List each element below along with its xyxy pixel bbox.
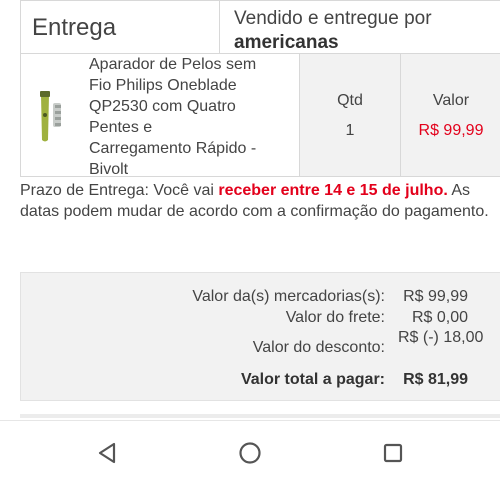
value-cell: Valor R$ 99,99	[401, 54, 500, 176]
quantity-value: 1	[345, 122, 355, 139]
product-name-line: Carregamento Rápido -	[89, 140, 257, 157]
entrega-title: Entrega	[21, 1, 220, 53]
delivery-estimate: Prazo de Entrega: Você vai receber entre…	[20, 180, 498, 222]
value-label: Valor	[432, 92, 470, 109]
delivery-prefix: Prazo de Entrega: Você vai	[20, 182, 219, 199]
product-name-line: Bivolt	[89, 161, 129, 178]
delivery-header: Entrega Vendido e entregue por americana…	[20, 0, 500, 53]
product-thumbnail[interactable]	[21, 54, 81, 176]
total-label: Valor total a pagar:	[240, 371, 385, 388]
square-recents-icon	[383, 443, 403, 463]
merchandise-value: R$ 99,99	[403, 288, 468, 305]
android-nav-bar	[0, 420, 500, 483]
seller-name: americanas	[234, 32, 339, 53]
merchandise-label: Valor da(s) mercadorias(s):	[192, 288, 385, 305]
sold-by-text: Vendido e entregue por	[234, 8, 432, 29]
seller-info: Vendido e entregue por americanas	[220, 1, 500, 53]
recents-button[interactable]	[379, 439, 407, 467]
quantity-label: Qtd	[337, 92, 363, 109]
circle-home-icon	[239, 442, 261, 464]
triangle-back-icon	[98, 442, 116, 464]
product-name-line: QP2530 com Quatro	[89, 98, 236, 115]
product-name-line: Fio Philips Oneblade	[89, 77, 237, 94]
product-name-line: Aparador de Pelos sem	[89, 56, 257, 73]
quantity-cell: Qtd 1	[300, 54, 401, 176]
order-summary: Valor da(s) mercadorias(s): R$ 99,99 Val…	[20, 272, 500, 401]
delivery-dates: receber entre 14 e 15 de julho.	[218, 182, 448, 199]
shipping-label: Valor do frete:	[285, 309, 385, 326]
section-divider	[20, 414, 500, 418]
discount-label: Valor do desconto:	[252, 339, 385, 356]
discount-value: R$ (-) 18,00	[398, 329, 484, 346]
product-name[interactable]: Aparador de Pelos sem Fio Philips Onebla…	[81, 54, 300, 178]
product-row: Aparador de Pelos sem Fio Philips Onebla…	[20, 53, 500, 178]
product-price: R$ 99,99	[418, 122, 484, 139]
total-value: R$ 81,99	[403, 371, 468, 388]
shipping-value: R$ 0,00	[411, 309, 468, 326]
back-button[interactable]	[93, 439, 121, 467]
product-name-line: Pentes e	[89, 119, 153, 136]
trimmer-product-image	[40, 91, 61, 142]
home-button[interactable]	[236, 439, 264, 467]
